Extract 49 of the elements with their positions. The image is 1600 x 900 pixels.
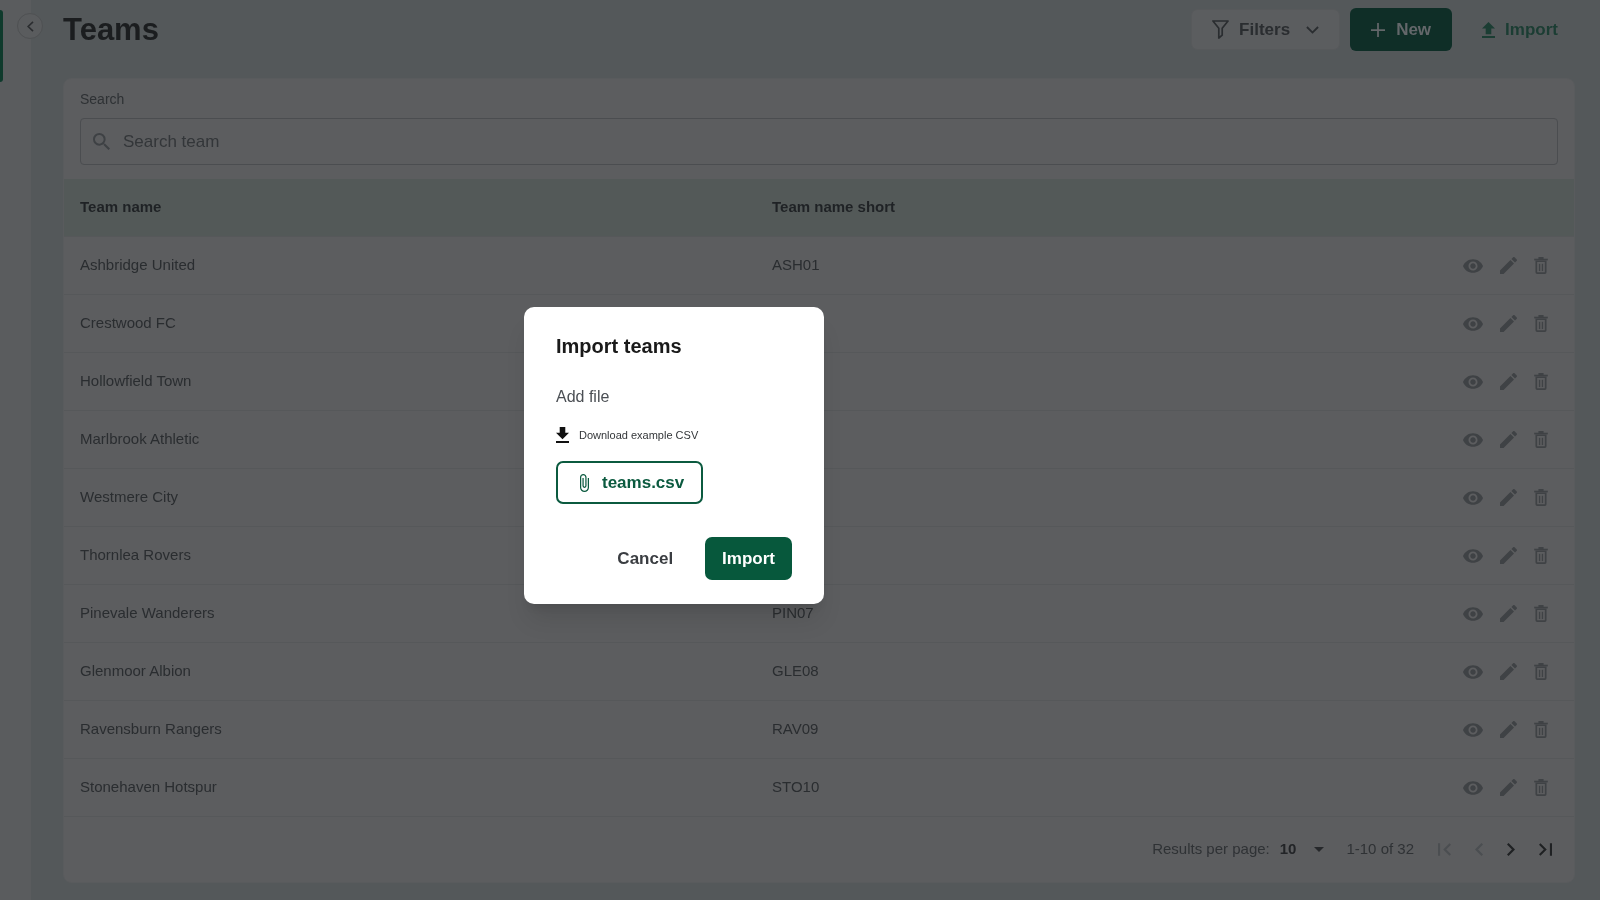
pencil-icon[interactable] <box>1500 547 1517 564</box>
dialog-title: Import teams <box>556 334 683 359</box>
trash-icon[interactable] <box>1534 721 1548 738</box>
eye-icon[interactable] <box>1463 374 1483 389</box>
attached-file-button[interactable]: teams.csv <box>556 461 704 504</box>
section-label: Add file <box>556 387 611 407</box>
eye-icon[interactable] <box>1463 780 1483 795</box>
search-icon <box>93 133 110 150</box>
eye-icon[interactable] <box>1463 606 1483 621</box>
pencil-icon[interactable] <box>1500 489 1517 506</box>
eye-icon[interactable] <box>1463 664 1483 679</box>
pencil-icon[interactable] <box>1500 721 1517 738</box>
cancel-button[interactable]: Cancel <box>605 537 686 580</box>
eye-icon[interactable] <box>1463 432 1483 447</box>
pencil-icon[interactable] <box>1500 315 1517 332</box>
pencil-icon[interactable] <box>1500 779 1517 796</box>
plus-icon <box>1371 22 1386 37</box>
page-title: Teams <box>63 14 159 45</box>
download-link[interactable]: Download example CSV <box>556 425 699 445</box>
caret-icon <box>1314 847 1325 852</box>
trash-icon[interactable] <box>1534 431 1548 448</box>
eye-icon[interactable] <box>1463 722 1483 737</box>
pencil-icon[interactable] <box>1500 663 1517 680</box>
last-page-icon[interactable] <box>1539 843 1552 856</box>
trash-icon[interactable] <box>1534 779 1548 796</box>
trash-icon[interactable] <box>1534 489 1548 506</box>
pencil-icon[interactable] <box>1500 431 1517 448</box>
eye-icon[interactable] <box>1463 258 1483 273</box>
trash-icon[interactable] <box>1534 373 1548 390</box>
chevron-down-icon <box>1306 25 1320 34</box>
eye-icon[interactable] <box>1463 548 1483 563</box>
chevron-left-icon <box>26 20 34 32</box>
trash-icon[interactable] <box>1534 663 1548 680</box>
pencil-icon[interactable] <box>1500 605 1517 622</box>
confirm-button[interactable]: Import <box>705 537 792 580</box>
trash-icon[interactable] <box>1534 315 1548 332</box>
trash-icon[interactable] <box>1534 605 1548 622</box>
funnel-icon <box>1212 20 1230 39</box>
paperclip-icon <box>580 473 589 492</box>
download-icon <box>556 427 569 443</box>
trash-icon[interactable] <box>1534 257 1548 274</box>
eye-icon[interactable] <box>1463 316 1483 331</box>
pencil-icon[interactable] <box>1500 373 1517 390</box>
eye-icon[interactable] <box>1463 490 1483 505</box>
chevron-right-icon[interactable] <box>1507 843 1515 856</box>
active-indicator <box>0 10 3 82</box>
trash-icon[interactable] <box>1534 547 1548 564</box>
pencil-icon[interactable] <box>1500 257 1517 274</box>
upload-icon <box>1482 21 1496 38</box>
